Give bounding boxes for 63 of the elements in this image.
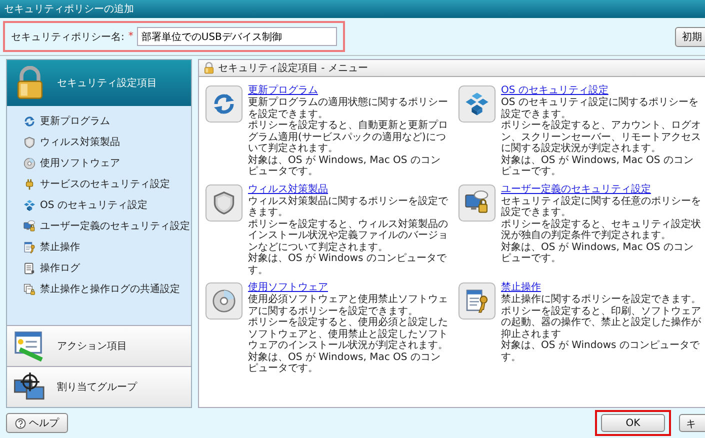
required-mark: *	[128, 31, 134, 42]
sidebar-item[interactable]: ウィルス対策製品	[40, 135, 120, 149]
card-description: ウィルス対策製品に関するポリシーを設定できます。	[248, 196, 449, 218]
card-description: ポリシーを設定すると、使用必須と設定したソフトウェアと、使用禁止と設定したソフトウェアのインストール状況が判定されます。	[248, 317, 449, 352]
sidebar-item[interactable]: 禁止操作	[40, 240, 80, 254]
cancel-button[interactable]: キ	[679, 414, 705, 432]
card-description: セキュリティ設定に関する任意のポリシーを設定できます。	[501, 196, 702, 218]
sidebar-item[interactable]: 更新プログラム	[40, 114, 110, 128]
help-icon	[15, 418, 26, 428]
card-description: ポリシーを設定すると、自動更新と更新プログラム適用(サービスパックの適用など)について判定されます。	[248, 120, 449, 154]
sidebar-section[interactable]: アクション項目	[7, 325, 191, 366]
cubes-icon	[458, 85, 496, 123]
shield-icon	[23, 136, 36, 148]
card-description: 対象は、OS が Windows, Mac OS のコンピュータです。	[248, 352, 442, 374]
sidebar-item[interactable]: ユーザー定義のセキュリティ設定	[40, 219, 190, 233]
refresh-icon	[205, 85, 243, 123]
card-description: 更新プログラムの適用状態に関するポリシーを設定できます。	[248, 97, 449, 120]
card-description: 対象は、OS が Windows, Mac OS のコンピュータです。	[248, 154, 442, 178]
card-description: ポリシーを設定すると、アカウント、ログオン、スクリーンセーバー、リモートアクセスに関する設定状況が判定されます。	[501, 120, 702, 154]
shield-icon	[205, 184, 243, 222]
card-description: 対象は、OS が Windows のコンピュータです。	[248, 253, 448, 276]
document-key-icon	[23, 240, 36, 254]
card-description: ポリシーを設定すると、セキュリティ設定状況が独自の判定条件で判定されます。	[501, 218, 702, 242]
sidebar-item[interactable]: 操作ログ	[40, 261, 80, 275]
card-description: 使用必須ソフトウェアと使用禁止ソフトウェアに関するポリシーを設定できます。	[248, 294, 449, 316]
card-description: 禁止操作に関するポリシーを設定できます。	[501, 294, 702, 306]
card-description: 対象は、OS が Windows のコンピュータです。	[501, 340, 700, 363]
refresh-icon	[23, 114, 36, 128]
panel-title: セキュリティ設定項目 - メニュー	[218, 62, 368, 75]
disc-icon	[23, 156, 36, 170]
monitor-lock-icon	[23, 220, 36, 232]
sidebar-section[interactable]: セキュリティ設定項目	[7, 60, 191, 106]
section-label: セキュリティ設定項目	[57, 76, 157, 90]
section-label: アクション項目	[57, 340, 127, 353]
card-title-link[interactable]: 禁止操作	[501, 282, 541, 294]
card-title-link[interactable]: 更新プログラム	[248, 85, 318, 97]
sidebar-item[interactable]: 禁止操作と操作ログの共通設定	[40, 282, 180, 296]
card-title-link[interactable]: ウィルス対策製品	[248, 184, 328, 196]
sidebar-item[interactable]: OS のセキュリティ設定	[40, 198, 148, 212]
window-title: セキュリティポリシーの追加	[4, 2, 134, 16]
cubes-icon	[23, 198, 36, 212]
card-description: ポリシーを設定すると、ウィルス対策製品のインストール状況や定義ファイルのバージョンなどについて判定されます。	[248, 218, 449, 252]
reset-button[interactable]: 初期	[675, 26, 705, 46]
section-label: 割り当てグループ	[57, 380, 137, 394]
document-icon	[23, 262, 36, 274]
document-key-icon	[458, 282, 496, 320]
sidebar-item[interactable]: サービスのセキュリティ設定	[40, 177, 170, 191]
card-description: 対象は、OS が Windows, Mac OS のコンピューです。	[501, 242, 694, 264]
card-title-link[interactable]: 使用ソフトウェア	[248, 282, 328, 294]
plug-icon	[23, 178, 36, 190]
ok-button[interactable]: OK	[601, 414, 665, 432]
card-description: 対象は、OS が Windows, Mac OS のコンピューです。	[501, 154, 694, 178]
card-description: ポリシーを設定すると、印刷、ソフトウェアの起動、器の操作で、禁止と設定した操作が抑止されます	[501, 306, 702, 340]
card-description: OS のセキュリティ設定に関するポリシーを設定できます。	[501, 97, 700, 120]
card-title-link[interactable]: OS のセキュリティ設定	[501, 85, 608, 97]
sidebar-section[interactable]: 割り当てグループ	[7, 366, 191, 407]
documents-lock-icon	[23, 282, 36, 296]
field-label: セキュリティポリシー名:	[11, 30, 124, 44]
help-button[interactable]: ヘルプ	[6, 413, 68, 433]
name-field[interactable]: 部署単位でのUSBデバイス制御	[137, 27, 337, 46]
card-title-link[interactable]: ユーザー定義のセキュリティ設定	[501, 184, 651, 196]
monitor-lock-icon	[458, 184, 496, 222]
sidebar-item[interactable]: 使用ソフトウェア	[40, 156, 120, 170]
